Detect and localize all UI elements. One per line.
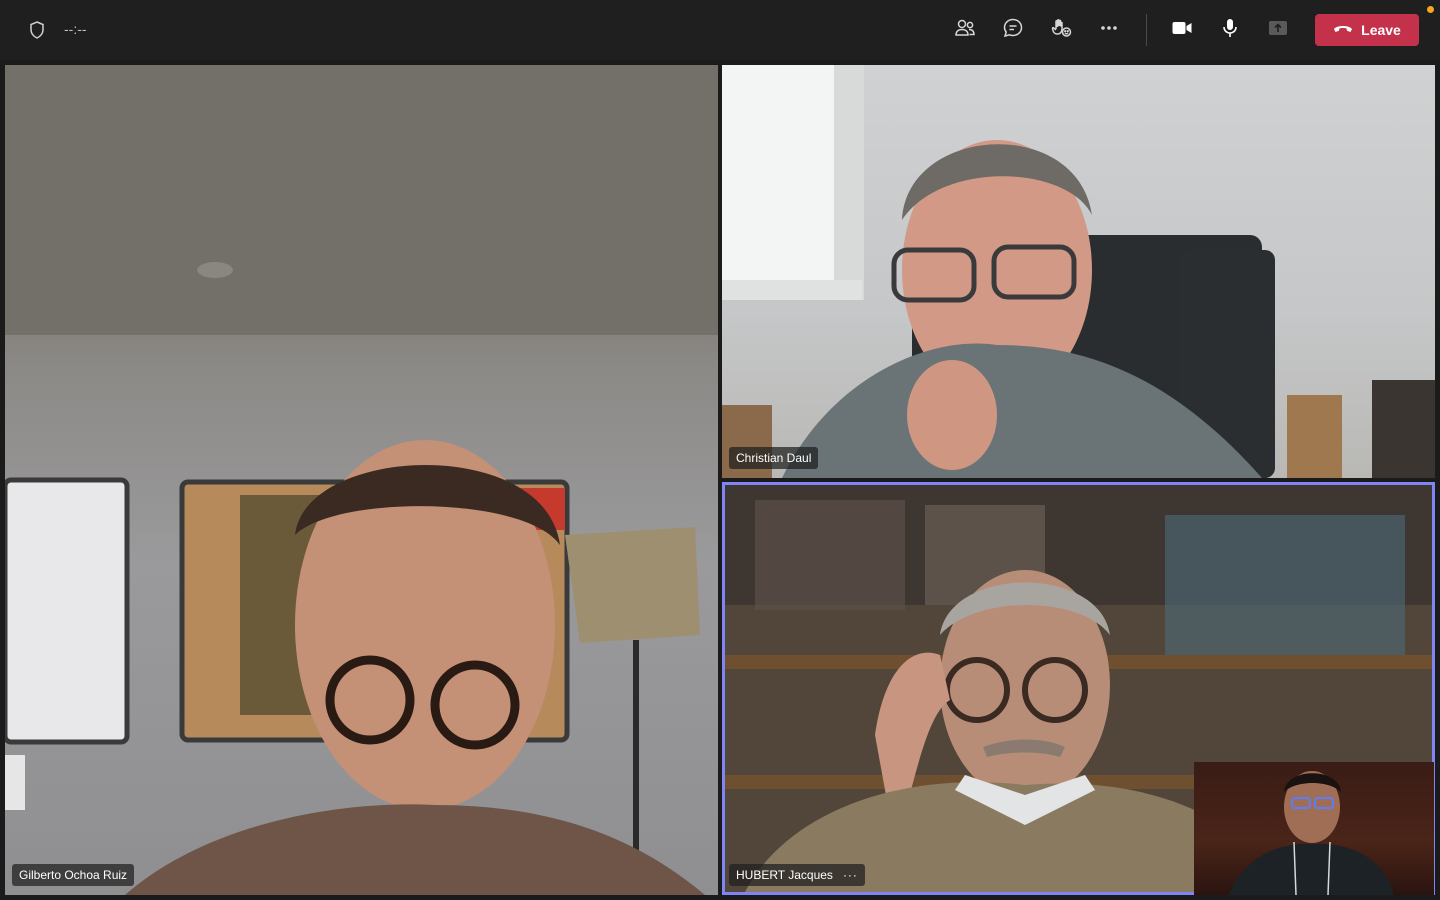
more-actions-button[interactable] — [1093, 14, 1125, 46]
camera-icon — [1170, 16, 1194, 45]
participant-more-button[interactable]: ··· — [843, 868, 858, 882]
chat-button[interactable] — [997, 14, 1029, 46]
chat-icon — [1001, 16, 1025, 45]
participant-video-feed — [722, 65, 1435, 478]
meeting-toolbar: --:-- Leave — [0, 0, 1440, 60]
notification-dot — [1427, 6, 1434, 13]
participant-name: HUBERT Jacques — [736, 868, 833, 882]
meeting-timer: --:-- — [64, 21, 87, 37]
self-view-video[interactable] — [1194, 762, 1434, 895]
leave-button[interactable]: Leave — [1315, 14, 1419, 46]
microphone-button[interactable] — [1214, 14, 1246, 46]
participant-video-feed — [5, 65, 718, 895]
share-button[interactable] — [1262, 14, 1294, 46]
more-icon — [1097, 16, 1121, 45]
shield-icon[interactable] — [26, 19, 48, 41]
participant-name-tag: Gilberto Ochoa Ruiz — [12, 864, 135, 886]
video-tile-gilberto[interactable] — [5, 65, 718, 895]
react-icon — [1049, 16, 1073, 45]
self-video-feed — [1229, 771, 1394, 895]
microphone-icon — [1218, 16, 1242, 45]
leave-label: Leave — [1361, 22, 1401, 38]
react-button[interactable] — [1045, 14, 1077, 46]
share-icon — [1266, 16, 1290, 45]
participant-name-tag: HUBERT Jacques ··· — [729, 864, 865, 886]
toolbar-divider — [1146, 14, 1147, 46]
video-tile-christian[interactable] — [722, 65, 1435, 478]
participants-button[interactable] — [949, 14, 981, 46]
participant-name-tag: Christian Daul — [729, 447, 819, 469]
phone-hangup-icon — [1333, 22, 1353, 38]
people-icon — [953, 16, 977, 45]
camera-button[interactable] — [1166, 14, 1198, 46]
